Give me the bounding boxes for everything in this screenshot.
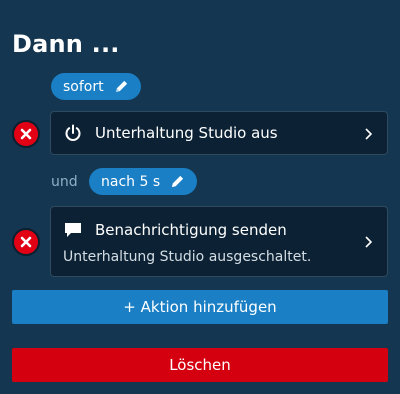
- message-icon: [65, 223, 81, 237]
- delay-chip-label: nach 5 s: [101, 173, 161, 190]
- delay-chip-immediate[interactable]: sofort: [51, 73, 141, 100]
- action-detail: Unterhaltung Studio ausgeschaltet.: [63, 249, 312, 265]
- remove-action-button[interactable]: [12, 120, 40, 148]
- delay-chip-label: sofort: [63, 78, 104, 95]
- pencil-icon: [172, 175, 184, 188]
- delay-chip-5s[interactable]: nach 5 s: [89, 168, 198, 195]
- close-icon: [20, 236, 32, 248]
- add-action-button[interactable]: + Aktion hinzufügen: [12, 290, 388, 324]
- action-card-power-off[interactable]: Unterhaltung Studio aus: [50, 111, 388, 155]
- action-card-notification[interactable]: Benachrichtigung senden Unterhaltung Stu…: [50, 206, 388, 277]
- delete-button[interactable]: Löschen: [12, 348, 388, 382]
- connector-label: und: [51, 174, 78, 190]
- action-label: Benachrichtigung senden: [95, 221, 287, 239]
- remove-action-button[interactable]: [12, 228, 40, 256]
- page-title: Dann ...: [12, 30, 120, 58]
- chevron-right-icon: [365, 236, 373, 248]
- power-icon: [65, 124, 81, 141]
- close-icon: [20, 128, 32, 140]
- action-label: Unterhaltung Studio aus: [95, 124, 278, 142]
- pencil-icon: [115, 80, 127, 93]
- chevron-right-icon: [365, 128, 373, 140]
